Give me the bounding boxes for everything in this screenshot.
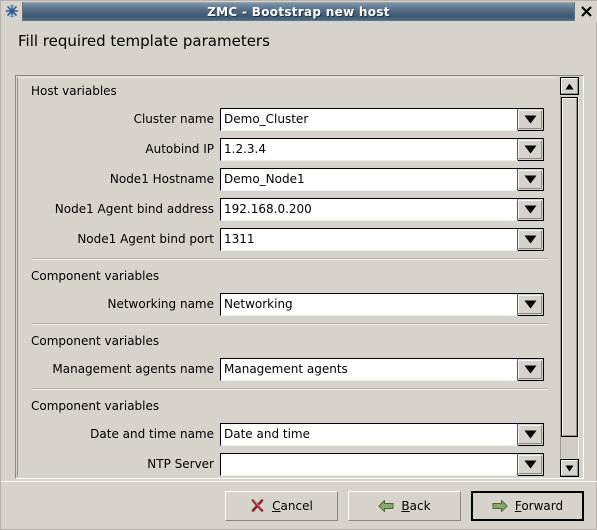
dialog-button-bar: Cancel Back Forward — [1, 481, 597, 529]
forward-button[interactable]: Forward — [471, 490, 584, 521]
chevron-down-icon[interactable] — [518, 137, 544, 161]
combobox-input[interactable]: Management agents — [220, 357, 518, 381]
form-field-row: Autobind IP 1.2.3.4 — [18, 134, 558, 164]
section-heading: Component variables — [31, 334, 160, 348]
combobox[interactable]: 1.2.3.4 — [220, 137, 544, 161]
combobox-input[interactable]: Demo_Cluster — [220, 107, 518, 131]
combobox-input[interactable]: 1.2.3.4 — [220, 137, 518, 161]
combobox[interactable]: Networking — [220, 292, 544, 316]
field-label: NTP Server — [147, 457, 214, 471]
cancel-x-icon — [250, 498, 265, 513]
chevron-down-icon[interactable] — [518, 357, 544, 381]
combobox[interactable]: Demo_Node1 — [220, 167, 544, 191]
chevron-down-icon[interactable] — [518, 292, 544, 316]
combobox-input[interactable] — [220, 452, 518, 476]
scrollbar-thumb[interactable] — [561, 97, 578, 437]
form-field-row: NTP Server — [18, 449, 558, 477]
section-separator — [32, 323, 548, 325]
titlebar: ZMC - Bootstrap new host — [1, 1, 597, 22]
field-label: Node1 Agent bind port — [77, 232, 214, 246]
page-title: Fill required template parameters — [18, 32, 270, 50]
form-field-row: Node1 Hostname Demo_Node1 — [18, 164, 558, 194]
back-button-label: Back — [401, 498, 431, 513]
back-button[interactable]: Back — [348, 490, 461, 521]
dialog-window: ZMC - Bootstrap new host Fill required t… — [0, 0, 597, 530]
form-field-row: Node1 Agent bind port 1311 — [18, 224, 558, 254]
arrow-left-icon — [378, 499, 394, 513]
cancel-button-label: Cancel — [272, 498, 313, 513]
combobox-input[interactable]: Networking — [220, 292, 518, 316]
scrollbar-track[interactable] — [560, 96, 579, 458]
field-label: Date and time name — [90, 427, 214, 441]
combobox[interactable]: Demo_Cluster — [220, 107, 544, 131]
field-label: Management agents name — [52, 362, 214, 376]
combobox[interactable]: Management agents — [220, 357, 544, 381]
chevron-down-icon[interactable] — [518, 422, 544, 446]
form-field-row: Date and time name Date and time — [18, 419, 558, 449]
field-label: Autobind IP — [145, 142, 214, 156]
combobox[interactable]: Date and time — [220, 422, 544, 446]
form-scroll-container: Host variables Cluster name Demo_Cluster Au… — [15, 75, 584, 479]
scroll-up-icon[interactable] — [560, 77, 579, 95]
field-label: Node1 Agent bind address — [54, 202, 214, 216]
combobox[interactable]: 192.168.0.200 — [220, 197, 544, 221]
form-field-row: Cluster name Demo_Cluster — [18, 104, 558, 134]
section-heading: Host variables — [31, 84, 117, 98]
chevron-down-icon[interactable] — [518, 197, 544, 221]
combobox[interactable] — [220, 452, 544, 476]
combobox-input[interactable]: Demo_Node1 — [220, 167, 518, 191]
form-area: Host variables Cluster name Demo_Cluster Au… — [18, 78, 558, 477]
form-viewport: Host variables Cluster name Demo_Cluster Au… — [17, 77, 558, 477]
vertical-scrollbar[interactable] — [557, 77, 582, 477]
scroll-down-icon[interactable] — [560, 459, 579, 477]
forward-button-label: Forward — [514, 498, 564, 513]
section-heading: Component variables — [31, 269, 160, 283]
chevron-down-icon[interactable] — [518, 227, 544, 251]
arrow-right-icon — [492, 499, 508, 513]
titlebar-drag-area[interactable]: ZMC - Bootstrap new host — [22, 2, 575, 21]
combobox-input[interactable]: 192.168.0.200 — [220, 197, 518, 221]
field-label: Networking name — [107, 297, 214, 311]
close-icon[interactable] — [576, 2, 596, 21]
chevron-down-icon[interactable] — [518, 452, 544, 476]
form-field-row: Node1 Agent bind address 192.168.0.200 — [18, 194, 558, 224]
section-separator — [32, 388, 548, 390]
section-separator — [32, 258, 548, 260]
combobox[interactable]: 1311 — [220, 227, 544, 251]
field-label: Cluster name — [133, 112, 214, 126]
chevron-down-icon[interactable] — [518, 167, 544, 191]
section-heading: Component variables — [31, 399, 160, 413]
combobox-input[interactable]: 1311 — [220, 227, 518, 251]
form-field-row: Networking name Networking — [18, 289, 558, 319]
chevron-down-icon[interactable] — [518, 107, 544, 131]
app-snowflake-icon — [3, 2, 21, 21]
field-label: Node1 Hostname — [109, 172, 214, 186]
window-title: ZMC - Bootstrap new host — [207, 4, 390, 19]
form-field-row: Management agents name Management agents — [18, 354, 558, 384]
combobox-input[interactable]: Date and time — [220, 422, 518, 446]
cancel-button[interactable]: Cancel — [225, 490, 338, 521]
